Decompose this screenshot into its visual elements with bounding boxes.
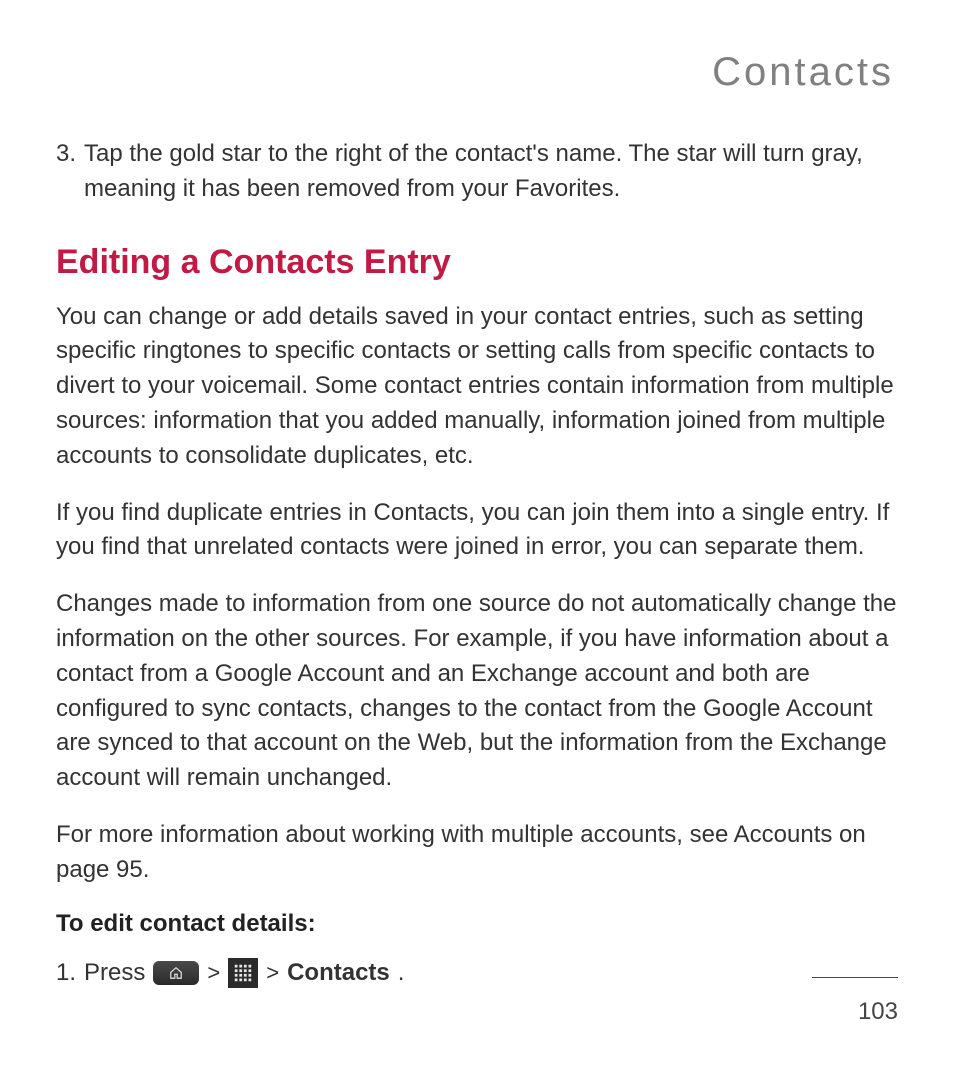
sub-heading: To edit contact details: <box>56 910 898 938</box>
step-period: . <box>398 959 405 987</box>
list-number: 3. <box>56 137 76 207</box>
paragraph-1: You can change or add details saved in y… <box>56 300 898 474</box>
page-number: 103 <box>858 998 898 1026</box>
caret-2: > <box>266 960 279 986</box>
section-heading: Editing a Contacts Entry <box>56 243 898 282</box>
press-label: Press <box>84 959 145 987</box>
home-key-icon <box>153 961 199 985</box>
manual-page: Contacts 3. Tap the gold star to the rig… <box>0 0 954 1074</box>
step-number: 1. <box>56 959 76 987</box>
step-1: 1. Press > <box>56 958 898 988</box>
paragraph-3: Changes made to information from one sou… <box>56 587 898 796</box>
paragraph-4: For more information about working with … <box>56 818 898 888</box>
footer-rule <box>812 977 898 978</box>
apps-grid-icon <box>228 958 258 988</box>
contacts-app-label: Contacts <box>287 959 390 987</box>
caret-1: > <box>207 960 220 986</box>
list-text: Tap the gold star to the right of the co… <box>78 137 898 207</box>
chapter-title: Contacts <box>56 50 894 95</box>
list-item-3: 3. Tap the gold star to the right of the… <box>56 137 898 207</box>
paragraph-2: If you find duplicate entries in Contact… <box>56 496 898 566</box>
